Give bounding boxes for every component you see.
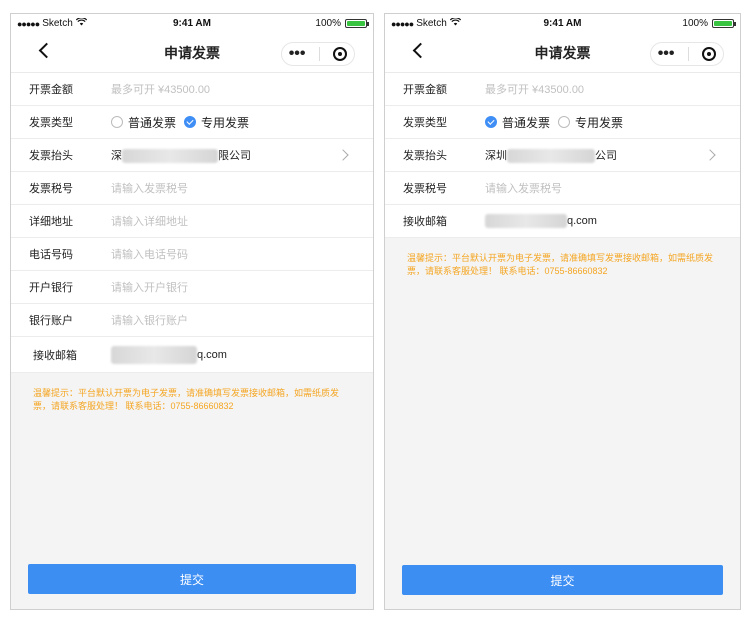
header-value-suffix: 公司 [595,149,617,162]
right-phone-screen: ●●●●● Sketch 9:41 AM 100% 申请发票 ••• 开票金额 … [384,13,741,610]
bank-input[interactable]: 请输入开户银行 [111,279,373,295]
tax-number-row[interactable]: 发票税号 请输入发票税号 [385,172,740,205]
close-target-icon[interactable] [333,47,348,61]
clock: 9:41 AM [173,18,211,29]
clock: 9:41 AM [543,18,582,29]
tax-number-input[interactable]: 请输入发票税号 [485,180,740,196]
phone-label: 电话号码 [29,249,73,261]
redacted-blur [485,214,567,228]
radio-checked-icon [485,116,497,128]
nav-bar: 申请发票 ••• [385,33,740,73]
radio-normal-label: 普通发票 [502,115,551,130]
bank-row[interactable]: 开户银行 请输入开户银行 [11,271,373,304]
account-label: 银行账户 [29,315,73,327]
radio-special-invoice[interactable]: 专用发票 [558,114,623,131]
email-input[interactable]: q.com [111,345,373,364]
tax-number-row[interactable]: 发票税号 请输入发票税号 [11,172,373,205]
battery-icon [345,19,369,28]
carrier-label: Sketch [416,18,447,29]
email-input[interactable]: q.com [485,214,740,228]
signal-icon: ●●●●● [391,18,414,29]
email-suffix: q.com [567,214,597,227]
header-value-prefix: 深 [111,149,122,162]
amount-input[interactable]: 最多可开 ¥43500.00 [111,81,373,97]
header-value-prefix: 深圳 [485,149,507,162]
wifi-icon [75,17,87,29]
battery-icon [712,19,736,28]
battery-percent: 100% [682,18,708,29]
address-input[interactable]: 请输入详细地址 [111,213,373,229]
account-input[interactable]: 请输入银行账户 [111,312,373,328]
amount-row[interactable]: 开票金额 最多可开 ¥43500.00 [385,73,740,106]
address-row[interactable]: 详细地址 请输入详细地址 [11,205,373,238]
mini-program-capsule: ••• [281,42,355,66]
email-row[interactable]: 接收邮箱 q.com [385,205,740,238]
invoice-header-row[interactable]: 发票抬头 深圳 公司 [385,139,740,172]
invoice-type-row: 发票类型 普通发票 专用发票 [11,106,373,139]
radio-normal-label: 普通发票 [128,115,177,130]
redacted-blur [122,149,218,164]
email-suffix: q.com [197,348,227,361]
tax-number-input[interactable]: 请输入发票税号 [111,180,373,196]
phone-row[interactable]: 电话号码 请输入电话号码 [11,238,373,271]
radio-normal-invoice[interactable]: 普通发票 [485,114,550,131]
amount-label: 开票金额 [29,84,73,96]
invoice-header-label: 发票抬头 [29,150,73,162]
radio-normal-invoice[interactable]: 普通发票 [111,114,176,131]
radio-unchecked-icon [558,116,571,128]
radio-checked-icon [184,116,197,128]
invoice-header-value: 深 限公司 [111,147,373,164]
signal-icon: ●●●●● [17,18,40,29]
status-bar: ●●●●● Sketch 9:41 AM 100% [385,14,740,33]
close-target-icon[interactable] [702,47,717,61]
account-row[interactable]: 银行账户 请输入银行账户 [11,304,373,337]
capsule-divider [687,47,689,61]
battery-percent: 100% [315,18,341,29]
invoice-type-radio-group: 普通发票 专用发票 [485,114,740,131]
invoice-header-label: 发票抬头 [403,150,447,162]
invoice-form: 开票金额 最多可开 ¥43500.00 发票类型 普通发票 专用发票 发票抬头 … [385,73,740,238]
amount-row[interactable]: 开票金额 最多可开 ¥43500.00 [11,73,373,106]
status-bar: ●●●●● Sketch 9:41 AM 100% [11,14,373,33]
invoice-type-radio-group: 普通发票 专用发票 [111,114,373,131]
header-value-suffix: 限公司 [218,149,251,162]
more-icon[interactable]: ••• [658,46,675,62]
invoice-header-row[interactable]: 发票抬头 深 限公司 [11,139,373,172]
invoice-type-row: 发票类型 普通发票 专用发票 [385,106,740,139]
radio-unchecked-icon [111,116,123,128]
radio-special-invoice[interactable]: 专用发票 [184,114,249,131]
carrier-label: Sketch [42,18,73,29]
tip-text: 温馨提示：平台默认开票为电子发票，请准确填写发票接收邮箱，如需纸质发票，请联系客… [33,388,340,411]
mini-program-capsule: ••• [650,42,724,66]
email-label: 接收邮箱 [403,216,447,228]
submit-button[interactable]: 提交 [402,565,723,595]
email-label: 接收邮箱 [33,349,77,362]
more-icon[interactable]: ••• [289,46,306,62]
left-phone-screen: ●●●●● Sketch 9:41 AM 100% 申请发票 ••• 开票金额 … [10,13,374,610]
nav-bar: 申请发票 ••• [11,33,373,73]
tax-number-label: 发票税号 [403,183,447,195]
address-label: 详细地址 [29,216,73,228]
capsule-divider [318,47,320,61]
wifi-icon [449,17,461,29]
invoice-form: 开票金额 最多可开 ¥43500.00 发票类型 普通发票 专用发票 发票抬头 … [11,73,373,373]
invoice-type-label: 发票类型 [29,117,73,129]
email-row[interactable]: 接收邮箱 q.com [11,337,373,373]
redacted-blur [507,149,595,164]
amount-label: 开票金额 [403,84,447,96]
tax-number-label: 发票税号 [29,183,73,195]
tip-text: 温馨提示：平台默认开票为电子发票，请准确填写发票接收邮箱，如需纸质发票，请联系客… [407,253,714,276]
phone-input[interactable]: 请输入电话号码 [111,246,373,262]
radio-special-label: 专用发票 [201,115,250,130]
redacted-blur [111,345,197,364]
bank-label: 开户银行 [29,282,73,294]
amount-input[interactable]: 最多可开 ¥43500.00 [485,81,740,97]
invoice-type-label: 发票类型 [403,117,447,129]
submit-button[interactable]: 提交 [28,564,356,594]
invoice-header-value: 深圳 公司 [485,147,740,164]
radio-special-label: 专用发票 [575,115,624,130]
